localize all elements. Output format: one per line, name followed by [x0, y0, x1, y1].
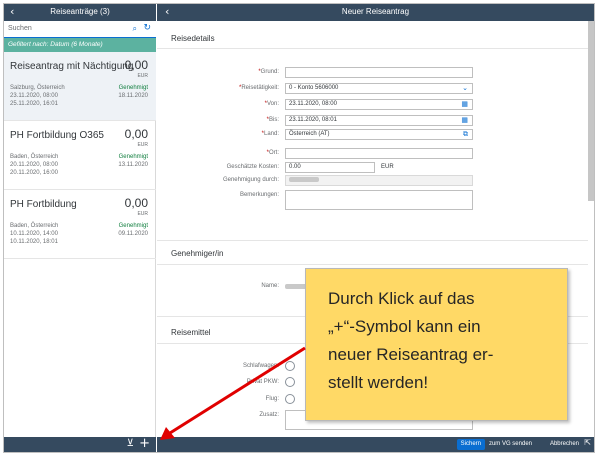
- list-item-start: 23.11.2020, 08:00: [10, 93, 58, 99]
- schlafwagen-label: Schlafwagen:: [242, 363, 279, 369]
- land-label: *Land:: [261, 131, 279, 137]
- kosten-input[interactable]: 0.00: [285, 162, 375, 173]
- chevron-down-icon[interactable]: ⌄: [462, 84, 468, 93]
- list-item[interactable]: PH Fortbildung 0,00 EUR Baden, Österreic…: [4, 190, 156, 259]
- flug-label: Flug:: [265, 396, 279, 402]
- list-item-location: Baden, Österreich: [10, 223, 59, 229]
- divider: [157, 48, 588, 49]
- von-label: *Von:: [264, 101, 279, 107]
- zusatz-label: Zusatz:: [259, 412, 279, 418]
- pkw-radio[interactable]: [285, 377, 295, 387]
- bemerkungen-label: Bemerkungen:: [239, 192, 279, 198]
- value-help-icon[interactable]: ⧉: [463, 130, 468, 139]
- filter-info-text: Gefiltert nach: Datum (6 Monate): [8, 41, 103, 48]
- callout-line-3: neuer Reiseantrag er-: [328, 345, 494, 364]
- redacted-name: [289, 176, 319, 182]
- list-item-title: PH Fortbildung: [10, 199, 77, 210]
- list-item-created: 13.11.2020: [118, 162, 148, 168]
- list-item-status: Genehmigt: [118, 85, 148, 91]
- kosten-unit: EUR: [381, 164, 394, 170]
- ort-label: *Ort:: [266, 150, 279, 156]
- schlafwagen-radio[interactable]: [285, 361, 295, 371]
- land-input[interactable]: Österreich (AT) ⧉: [285, 129, 473, 140]
- name-label: Name:: [261, 283, 279, 289]
- list-item-start: 10.11.2020, 14:00: [10, 231, 58, 237]
- divider: [157, 264, 588, 265]
- search-icon[interactable]: ⌕: [133, 24, 137, 34]
- callout-box: Durch Klick auf das „+“-Symbol kann ein …: [305, 268, 568, 421]
- von-datetime-input[interactable]: 23.11.2020, 08:00 ▦: [285, 99, 473, 110]
- section-title-genehmiger: Genehmiger/in: [171, 249, 224, 258]
- master-title: Reiseanträge (3): [50, 7, 110, 16]
- bis-datetime-input[interactable]: 23.11.2020, 08:01 ▦: [285, 115, 473, 126]
- genehmigung-label: Genehmigung durch:: [222, 177, 279, 183]
- list-item-location: Salzburg, Österreich: [10, 85, 65, 91]
- list-item-status: Genehmigt: [118, 223, 148, 229]
- travel-request-list: Reiseantrag mit Nächtigung 0,00 EUR Salz…: [4, 52, 156, 259]
- scrollbar[interactable]: [588, 21, 594, 201]
- list-item-currency: EUR: [137, 142, 148, 148]
- refresh-icon[interactable]: ↻: [143, 23, 151, 33]
- save-button[interactable]: Sichern: [456, 439, 485, 450]
- send-to-vg-button[interactable]: zum VG senden: [489, 439, 532, 450]
- calendar-icon[interactable]: ▦: [461, 116, 468, 125]
- list-item[interactable]: PH Fortbildung O365 0,00 EUR Baden, Öste…: [4, 121, 156, 190]
- list-item-created: 09.11.2020: [118, 231, 148, 237]
- pkw-label: Privat PKW:: [246, 379, 279, 385]
- cancel-button[interactable]: Abbrechen: [550, 439, 579, 450]
- list-item-end: 10.11.2020, 18:01: [10, 239, 58, 245]
- list-item-start: 20.11.2020, 08:00: [10, 162, 58, 168]
- flug-radio[interactable]: [285, 394, 295, 404]
- section-title-reisedetails: Reisedetails: [171, 34, 215, 43]
- search-field[interactable]: Suchen ⌕ ↻: [4, 21, 156, 38]
- list-item-amount: 0,00: [124, 196, 148, 210]
- list-item-end: 25.11.2020, 16:01: [10, 101, 58, 107]
- filter-info-bar: Gefiltert nach: Datum (6 Monate): [4, 38, 156, 52]
- list-item-created: 18.11.2020: [118, 93, 148, 99]
- list-item-currency: EUR: [137, 211, 148, 217]
- chevron-left-icon[interactable]: ‹: [10, 5, 14, 19]
- list-item-title: Reiseantrag mit Nächtigung: [10, 61, 134, 72]
- callout-line-4: stellt werden!: [328, 373, 429, 392]
- callout-line-2: „+“-Symbol kann ein: [328, 317, 481, 336]
- detail-footer: Sichern zum VG senden Abbrechen ⇱: [157, 437, 594, 452]
- master-list-panel: ‹ Reiseanträge (3) Suchen ⌕ ↻ Gefiltert …: [4, 4, 156, 452]
- reisetaetigkeit-label: *Reisetätigkeit:: [238, 85, 279, 91]
- master-header: ‹ Reiseanträge (3): [4, 4, 156, 21]
- master-footer: ⊻ +: [4, 436, 156, 452]
- callout-line-1: Durch Klick auf das: [328, 289, 475, 308]
- calendar-icon[interactable]: ▦: [461, 100, 468, 109]
- share-icon[interactable]: ⇱: [584, 438, 591, 447]
- list-item-location: Baden, Österreich: [10, 154, 59, 160]
- genehmigung-field: [285, 175, 473, 186]
- detail-header: ‹ Neuer Reiseantrag: [157, 4, 594, 21]
- ort-input[interactable]: [285, 148, 473, 159]
- detail-title: Neuer Reiseantrag: [341, 7, 410, 16]
- list-item-amount: 0,00: [124, 127, 148, 141]
- grund-input[interactable]: [285, 67, 473, 78]
- list-item-end: 20.11.2020, 16:00: [10, 170, 58, 176]
- funnel-icon[interactable]: ⊻: [127, 438, 134, 449]
- bemerkungen-textarea[interactable]: [285, 190, 473, 210]
- list-item-title: PH Fortbildung O365: [10, 130, 104, 141]
- list-item-status: Genehmigt: [118, 154, 148, 160]
- divider: [157, 240, 588, 241]
- list-item-currency: EUR: [137, 73, 148, 79]
- reisetaetigkeit-select[interactable]: 0 - Konto 5606000 ⌄: [285, 83, 473, 94]
- kosten-label: Geschätzte Kosten:: [226, 164, 279, 170]
- list-item-amount: 0,00: [124, 58, 148, 72]
- list-item[interactable]: Reiseantrag mit Nächtigung 0,00 EUR Salz…: [4, 52, 156, 121]
- search-placeholder[interactable]: Suchen: [8, 25, 32, 32]
- section-title-reisemittel: Reisemittel: [171, 328, 211, 337]
- grund-label: *Grund:: [258, 69, 279, 75]
- bis-label: *Bis:: [266, 117, 279, 123]
- plus-icon[interactable]: +: [139, 436, 150, 451]
